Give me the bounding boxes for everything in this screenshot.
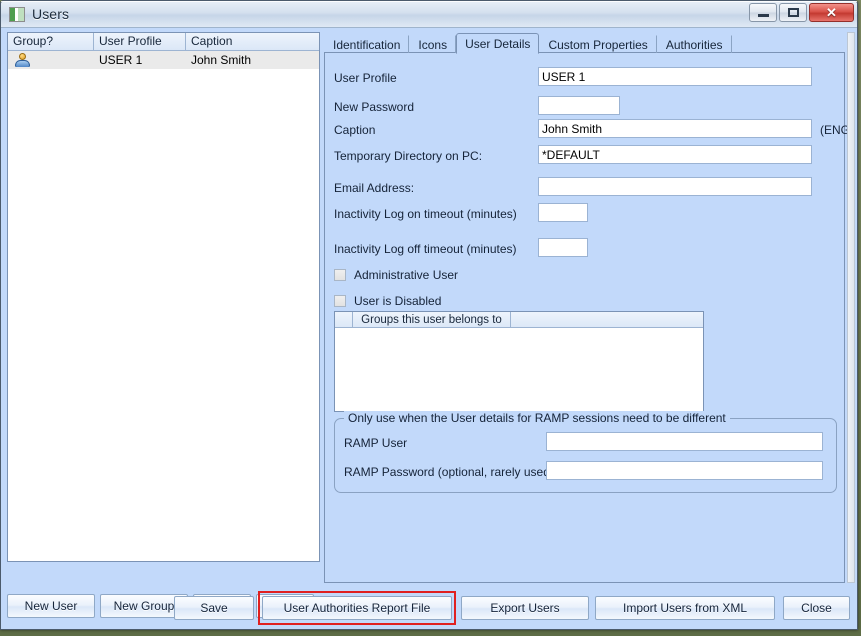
save-button[interactable]: Save [174,596,254,620]
temp-directory-input[interactable]: *DEFAULT [538,145,812,164]
user-list-grid[interactable]: Group? User Profile Caption USER 1 John … [7,32,320,562]
client-area: Group? User Profile Caption USER 1 John … [1,28,857,629]
checkbox-user-is-disabled[interactable]: User is Disabled [334,294,441,308]
minimize-button[interactable] [749,3,777,22]
administrative-user-label: Administrative User [354,268,459,282]
users-window: Users ✕ Group? User Profile Caption USER… [0,0,858,630]
tab-strip: Identification Icons User Details Custom… [324,32,845,54]
field-logon-timeout: Inactivity Log on timeout (minutes) [334,207,534,221]
user-is-disabled-label: User is Disabled [354,294,442,308]
checkbox-icon-administrative-user[interactable] [334,269,346,281]
field-caption: Caption [334,123,534,137]
details-panel: Identification Icons User Details Custom… [324,32,854,583]
ramp-password-label: RAMP Password (optional, rarely used) [344,465,554,479]
vertical-scrollbar[interactable] [847,32,855,583]
import-users-from-xml-button[interactable]: Import Users from XML [595,596,775,620]
groups-column-header-blank-right[interactable] [511,312,703,327]
tab-icons[interactable]: Icons [409,35,457,53]
field-email: Email Address: [334,181,534,195]
maximize-button[interactable] [779,3,807,22]
row-cell-caption: John Smith [191,53,252,67]
caption-label: Caption [334,123,376,137]
title-bar: Users ✕ [1,1,857,28]
minimize-icon [757,14,769,17]
new-password-label: New Password [334,100,415,114]
tab-identification[interactable]: Identification [324,35,410,53]
temp-directory-label: Temporary Directory on PC: [334,149,483,163]
logon-timeout-label: Inactivity Log on timeout (minutes) [334,207,517,221]
groups-column-header-blank-left[interactable] [335,312,353,327]
window-close-button[interactable]: ✕ [809,3,854,22]
email-input[interactable] [538,177,812,196]
field-temp-directory: Temporary Directory on PC: [334,149,534,163]
maximize-icon [787,8,799,17]
window-title: Users [32,6,70,22]
ramp-password-input[interactable] [546,461,823,480]
column-header-caption[interactable]: Caption [186,33,319,50]
logon-timeout-input[interactable] [538,203,588,222]
user-authorities-report-file-button[interactable]: User Authorities Report File [262,596,452,620]
column-header-group[interactable]: Group? [8,33,94,50]
row-cell-group [8,53,94,67]
ramp-user-label: RAMP User [344,436,408,450]
ramp-user-input[interactable] [546,432,823,451]
user-icon [15,53,30,67]
ramp-group-box: Only use when the User details for RAMP … [334,411,837,493]
user-list-header: Group? User Profile Caption [8,33,319,51]
tab-user-details[interactable]: User Details [456,33,540,54]
close-button[interactable]: Close [783,596,850,620]
checkbox-administrative-user[interactable]: Administrative User [334,268,458,282]
close-icon: ✕ [826,4,837,20]
tab-custom-properties[interactable]: Custom Properties [539,35,657,53]
caption-input[interactable]: John Smith [538,119,812,138]
tab-authorities[interactable]: Authorities [657,35,732,53]
tab-panel-user-details: User Profile USER 1 New Password Caption… [324,52,854,583]
checkbox-icon-user-is-disabled[interactable] [334,295,346,307]
user-profile-input[interactable]: USER 1 [538,67,812,86]
bottom-button-bar: Save User Authorities Report File Export… [1,591,857,625]
logoff-timeout-label: Inactivity Log off timeout (minutes) [334,242,517,256]
export-users-button[interactable]: Export Users [461,596,589,620]
email-label: Email Address: [334,181,415,195]
groups-column-header-name[interactable]: Groups this user belongs to [353,312,511,327]
table-row[interactable]: USER 1 John Smith [8,51,319,69]
groups-grid-header: Groups this user belongs to [335,312,703,328]
field-logoff-timeout: Inactivity Log off timeout (minutes) [334,242,534,256]
column-header-user-profile[interactable]: User Profile [94,33,186,50]
ramp-group-legend: Only use when the User details for RAMP … [344,411,730,425]
field-new-password: New Password [334,100,534,114]
row-cell-user-profile: USER 1 [99,53,143,67]
logoff-timeout-input[interactable] [538,238,588,257]
field-user-profile: User Profile [334,71,534,85]
groups-grid[interactable]: Groups this user belongs to [334,311,704,412]
caption-buttons: ✕ [749,3,854,22]
new-password-input[interactable] [538,96,620,115]
user-profile-label: User Profile [334,71,397,85]
app-window-icon [9,6,25,22]
